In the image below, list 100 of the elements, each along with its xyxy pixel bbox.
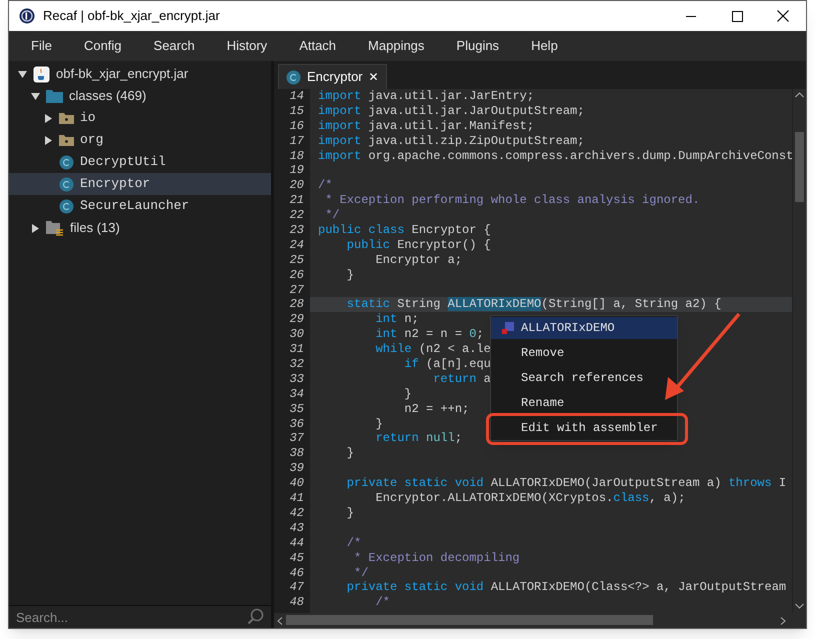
line-number: 48 xyxy=(288,595,305,610)
tree-item-label: SecureLauncher xyxy=(80,197,190,216)
line-number: 16 xyxy=(288,118,305,134)
code-line: } xyxy=(346,506,354,520)
context-menu-item[interactable]: ALLATORIxDEMO xyxy=(491,317,677,339)
tree-item[interactable]: org xyxy=(9,129,271,151)
menu-item[interactable]: Help xyxy=(519,36,570,56)
code-line: public Encryptor() { xyxy=(346,238,491,252)
menu-item[interactable]: Attach xyxy=(287,36,348,56)
collapsed-arrow-icon[interactable] xyxy=(44,136,53,144)
class-icon xyxy=(59,176,74,192)
line-number: 40 xyxy=(288,476,305,492)
line-number: 24 xyxy=(288,238,305,253)
scroll-down-icon xyxy=(795,603,804,609)
line-number: 21 xyxy=(288,193,305,208)
tree-item[interactable]: DecryptUtil xyxy=(9,151,271,173)
tree-item[interactable]: files (13) xyxy=(9,217,271,239)
tree-item-label: DecryptUtil xyxy=(80,153,166,172)
code-line: */ xyxy=(353,566,368,580)
tree-item[interactable]: classes (469) xyxy=(9,85,271,107)
line-number: 28 xyxy=(288,297,305,312)
context-menu-item[interactable]: Edit with assembler xyxy=(491,417,677,439)
app-logo-icon xyxy=(19,8,35,24)
code-line: import org.apache.commons.compress.archivers.dump.DumpArchiveConst xyxy=(318,148,792,163)
tree-item-label: obf-bk_xjar_encrypt.jar xyxy=(56,65,188,84)
collapsed-arrow-icon[interactable] xyxy=(44,114,53,122)
tree-item[interactable]: obf-bk_xjar_encrypt.jar xyxy=(9,63,271,85)
code-line: } xyxy=(346,268,354,282)
scroll-up-icon xyxy=(795,92,804,98)
tree-item-label: files (13) xyxy=(70,219,120,238)
tree-item-label: io xyxy=(80,109,96,128)
code-line: Encryptor a; xyxy=(374,252,462,267)
code-line: } xyxy=(403,386,412,401)
menu-item[interactable]: Mappings xyxy=(356,36,436,56)
tree-item[interactable]: io xyxy=(9,107,271,129)
menu-item[interactable]: File xyxy=(19,36,64,56)
collapsed-arrow-icon[interactable] xyxy=(31,224,40,232)
close-icon xyxy=(777,10,789,22)
method-icon xyxy=(501,321,515,335)
code-line: /* xyxy=(374,595,390,610)
folder-icon xyxy=(46,89,63,103)
search-icon xyxy=(247,608,264,625)
line-number: 45 xyxy=(288,550,305,566)
line-number: 42 xyxy=(288,506,305,521)
line-number: 25 xyxy=(288,252,305,268)
line-number: 27 xyxy=(288,282,305,298)
code-line: public class Encryptor { xyxy=(318,223,491,238)
class-icon xyxy=(286,70,301,84)
vertical-scrollbar[interactable] xyxy=(792,89,806,613)
line-number: 33 xyxy=(288,372,305,387)
code-line: if (a[n].equ xyxy=(403,357,491,372)
tree-item-label: Encryptor xyxy=(80,175,150,194)
line-number: 29 xyxy=(288,312,305,328)
code-line: private static void ALLATORIxDEMO(JarOutputStream a) throws I xyxy=(346,476,786,490)
tree-item-label: classes (469) xyxy=(69,87,146,106)
code-line: private static void ALLATORIxDEMO(Class<?> a, JarOutputStream xyxy=(346,580,786,594)
code-line: return a xyxy=(432,372,491,386)
line-number: 17 xyxy=(288,134,305,149)
scroll-thumb[interactable] xyxy=(795,132,804,202)
search-field[interactable]: Search... xyxy=(9,605,271,628)
scroll-thumb[interactable] xyxy=(286,615,653,625)
menu-item[interactable]: Config xyxy=(72,36,134,56)
class-icon xyxy=(59,198,74,214)
code-line: int n; xyxy=(374,312,419,326)
line-number: 26 xyxy=(288,268,305,283)
code-line: * Exception decompiling xyxy=(353,550,520,565)
expanded-arrow-icon[interactable] xyxy=(18,70,27,78)
tab-label: Encryptor xyxy=(307,68,363,86)
code-line: import java.util.jar.Manifest; xyxy=(318,118,534,133)
editor-tab[interactable]: Encryptor ✕ xyxy=(278,64,387,89)
line-number: 34 xyxy=(288,386,305,402)
scroll-left-icon xyxy=(277,617,283,625)
line-number: 39 xyxy=(288,461,305,476)
context-menu-item[interactable]: Rename xyxy=(491,392,677,414)
code-line: * Exception performing whole class analysis ignored. xyxy=(324,193,700,208)
tab-close[interactable]: ✕ xyxy=(368,68,379,86)
expanded-arrow-icon[interactable] xyxy=(31,92,40,100)
jar-file-icon xyxy=(33,66,50,82)
line-number: 30 xyxy=(288,327,305,342)
tree-item[interactable]: Encryptor xyxy=(9,173,271,195)
line-number: 37 xyxy=(288,431,305,446)
line-number: 19 xyxy=(288,163,305,178)
tree-item[interactable]: SecureLauncher xyxy=(9,195,271,217)
code-line: /* xyxy=(318,178,332,192)
line-number: 47 xyxy=(288,580,305,596)
code-line: /* xyxy=(346,536,362,550)
context-menu-item[interactable]: Search references xyxy=(491,367,677,389)
code-line: while (n2 < a.le xyxy=(374,342,491,356)
line-number: 43 xyxy=(288,520,305,536)
code-line: } xyxy=(346,446,354,460)
class-icon xyxy=(59,154,74,170)
menu-item[interactable]: Plugins xyxy=(444,36,512,56)
line-number: 32 xyxy=(288,357,305,372)
context-menu-item[interactable]: Remove xyxy=(491,342,677,364)
line-number: 22 xyxy=(288,208,305,224)
menu-item[interactable]: Search xyxy=(142,36,207,56)
line-number: 35 xyxy=(288,402,305,417)
menu-item[interactable]: History xyxy=(214,36,280,56)
line-number: 20 xyxy=(288,178,305,194)
line-number: 23 xyxy=(288,223,305,238)
